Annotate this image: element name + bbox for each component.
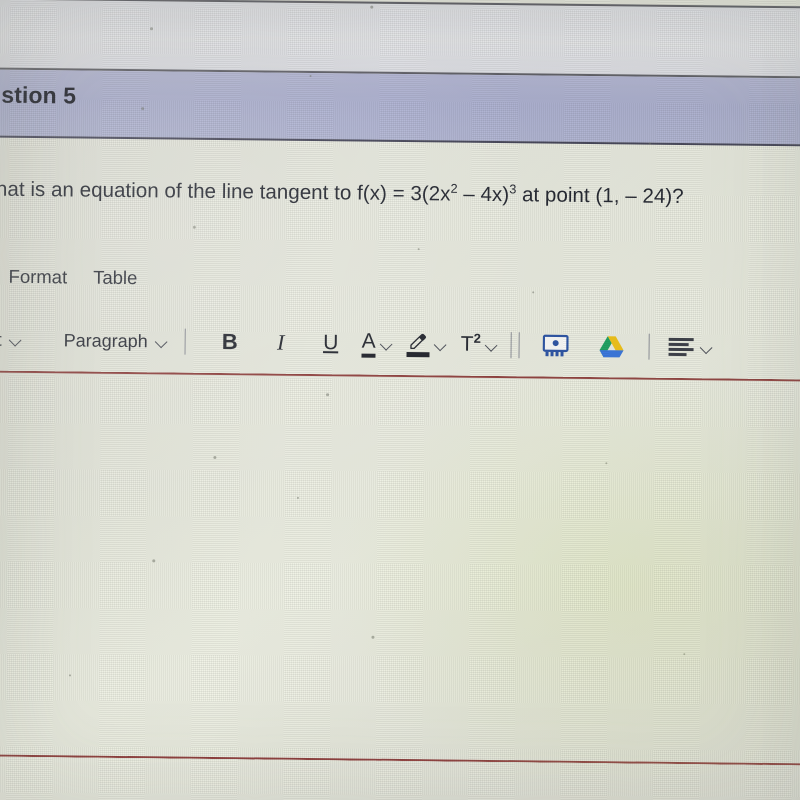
block-format-value: Paragraph (63, 329, 148, 351)
chevron-down-icon (11, 334, 22, 345)
chevron-down-icon[interactable] (436, 339, 447, 350)
align-icon[interactable] (668, 337, 694, 357)
highlight-color-icon (407, 332, 430, 357)
dust-speck (371, 635, 375, 639)
italic-button[interactable]: I (264, 326, 298, 360)
question-prompt-text: Vhat is an equation of the line tangent … (0, 177, 800, 210)
dust-speck (683, 653, 686, 656)
chevron-down-icon[interactable] (382, 338, 393, 349)
superscript-button[interactable]: T2 (460, 330, 498, 357)
dust-speck (192, 225, 196, 229)
dust-speck (69, 674, 72, 677)
superscript-exponent: 2 (473, 330, 481, 346)
toolbar-divider (184, 328, 186, 355)
menu-format[interactable]: Format (8, 266, 67, 289)
screen-photo: stion 5 Vhat is an equation of the line … (0, 0, 800, 800)
dust-speck (309, 74, 312, 78)
insert-media-icon[interactable] (542, 334, 569, 357)
chevron-down-icon[interactable] (702, 342, 713, 353)
dust-speck (370, 5, 374, 9)
block-format-dropdown[interactable]: Paragraph (60, 330, 172, 352)
question-prompt-prefix: Vhat is an equation of the line tangent … (0, 177, 451, 206)
dust-speck (417, 248, 420, 251)
superscript-icon: T2 (460, 330, 481, 357)
highlight-color-button[interactable] (407, 332, 447, 357)
chevron-down-icon[interactable] (487, 339, 498, 350)
editor-menubar: it Format Table (0, 265, 137, 289)
toolbar-divider (510, 332, 512, 359)
chevron-down-icon (157, 336, 168, 347)
dust-speck (141, 107, 145, 111)
dust-speck (150, 27, 154, 31)
menu-table[interactable]: Table (93, 267, 137, 289)
dust-speck (296, 496, 299, 499)
dust-speck (605, 462, 608, 465)
question-prompt-suffix: at point (1, – 24)? (516, 183, 684, 209)
rich-text-editor-body[interactable] (0, 370, 800, 766)
text-color-icon: A (362, 329, 376, 357)
dust-speck (532, 291, 535, 294)
superscript-base: T (460, 332, 474, 356)
dust-speck (152, 559, 156, 563)
dust-speck (648, 142, 651, 145)
question-header-title: stion 5 (1, 81, 77, 109)
dust-speck (213, 455, 217, 460)
top-blank-strip (0, 0, 800, 77)
dust-speck (326, 393, 330, 397)
toolbar-divider (518, 332, 520, 359)
toolbar-divider (648, 333, 650, 360)
question-header-band (0, 69, 800, 147)
font-size-dropdown[interactable]: 2pt (0, 329, 26, 351)
editor-toolbar: 2pt Paragraph B I U A (0, 316, 800, 371)
underline-button[interactable]: U (314, 326, 348, 360)
screen-content: stion 5 Vhat is an equation of the line … (0, 0, 800, 800)
font-size-value: 2pt (0, 329, 2, 350)
text-color-button[interactable]: A (362, 329, 393, 357)
google-drive-icon[interactable] (599, 335, 625, 358)
bold-button[interactable]: B (213, 325, 247, 359)
question-prompt-mid: – 4x) (457, 182, 510, 207)
